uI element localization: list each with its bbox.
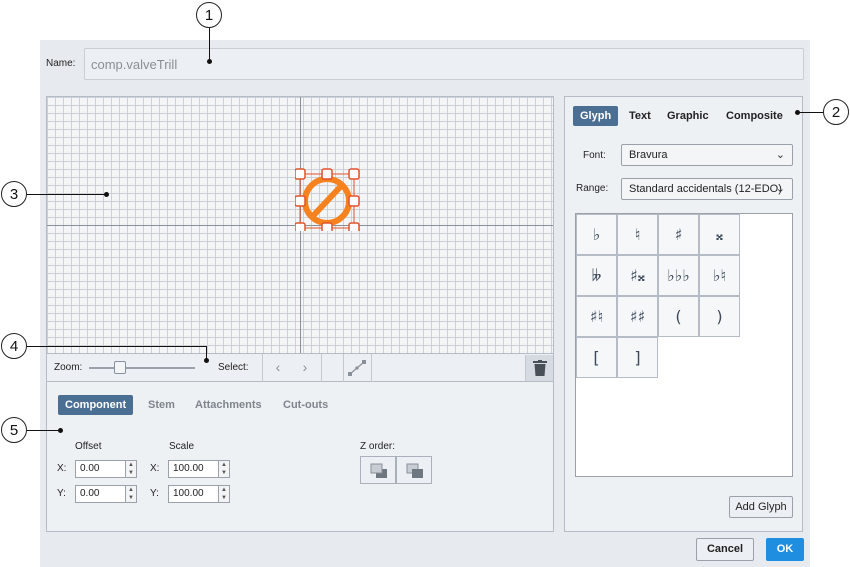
- font-select[interactable]: Bravura ⌄: [621, 144, 793, 166]
- callout-leader: [26, 430, 60, 431]
- zoom-label: Zoom:: [54, 362, 83, 373]
- handle-right[interactable]: [348, 195, 360, 207]
- callout-2: 2: [823, 99, 849, 125]
- zoom-slider-thumb[interactable]: [114, 361, 126, 374]
- glyph-triple-sharp[interactable]: ♯𝄪: [617, 255, 658, 296]
- glyph-double-sharp[interactable]: 𝄪: [699, 214, 740, 255]
- glyph-flat[interactable]: ♭: [576, 214, 617, 255]
- selected-glyph[interactable]: [295, 165, 365, 231]
- properties-panel: Component Stem Attachments Cut-outs Offs…: [46, 382, 554, 532]
- glyph-natural-flat[interactable]: ♭♮: [699, 255, 740, 296]
- glyph-natural-sharp[interactable]: ♯♮: [576, 296, 617, 337]
- callout-dot: [204, 358, 209, 363]
- tab-graphic[interactable]: Graphic: [660, 106, 716, 126]
- handle-bottom[interactable]: [321, 222, 333, 231]
- chevron-left-icon[interactable]: ‹: [268, 359, 288, 375]
- callout-leader: [26, 346, 206, 347]
- send-backward-button[interactable]: [360, 456, 396, 484]
- add-glyph-button[interactable]: Add Glyph: [729, 496, 793, 518]
- tab-composite[interactable]: Composite: [719, 106, 790, 126]
- scale-x-stepper[interactable]: ▲ ▼: [218, 461, 229, 477]
- toolbar-divider: [321, 354, 322, 382]
- callout-4: 4: [1, 333, 27, 359]
- send-backward-icon: [370, 463, 387, 478]
- bring-forward-button[interactable]: [396, 456, 432, 484]
- name-label: Name:: [46, 58, 76, 69]
- glyph-bracket-right[interactable]: ]: [617, 337, 658, 378]
- scale-y-label: Y:: [150, 488, 159, 499]
- offset-x-label: X:: [57, 463, 67, 474]
- chevron-down-icon: ⌄: [775, 149, 785, 161]
- offset-y-label: Y:: [57, 488, 66, 499]
- offset-label: Offset: [75, 441, 102, 452]
- callout-dot: [207, 59, 212, 64]
- scale-y-stepper[interactable]: ▲ ▼: [218, 486, 229, 502]
- offset-x-input[interactable]: 0.00 ▲ ▼: [75, 460, 137, 478]
- tab-attachments[interactable]: Attachments: [188, 395, 269, 415]
- glyph-panel: Glyph Text Graphic Composite Font: Bravu…: [564, 96, 803, 532]
- callout-dot: [58, 428, 63, 433]
- glyph-triple-flat[interactable]: ♭♭♭: [658, 255, 699, 296]
- glyph-grid: ♭ ♮ ♯ 𝄪 𝄫 ♯𝄪 ♭♭♭ ♭♮ ♯♮ ♯♯ ( ) [ ]: [575, 213, 793, 477]
- handle-left[interactable]: [295, 195, 306, 207]
- handle-top-left[interactable]: [295, 168, 306, 180]
- glyph-bracket-left[interactable]: [: [576, 337, 617, 378]
- glyph-double-flat[interactable]: 𝄫: [576, 255, 617, 296]
- ok-button[interactable]: OK: [766, 538, 804, 561]
- range-label: Range:: [576, 183, 609, 194]
- handle-top[interactable]: [321, 168, 333, 180]
- scale-x-label: X:: [150, 463, 160, 474]
- callout-dot: [104, 192, 109, 197]
- toolbar-divider: [262, 354, 263, 382]
- font-label: Font:: [583, 150, 606, 161]
- tab-component[interactable]: Component: [58, 395, 134, 415]
- tab-stem[interactable]: Stem: [141, 395, 182, 415]
- path-edit-icon[interactable]: [346, 358, 368, 378]
- tab-cut-outs[interactable]: Cut-outs: [276, 395, 335, 415]
- callout-1: 1: [196, 2, 222, 28]
- chevron-down-icon: ⌄: [775, 183, 785, 195]
- range-select[interactable]: Standard accidentals (12-EDO) ⌄: [621, 178, 793, 200]
- trash-icon: [533, 360, 547, 376]
- toolbar-divider: [343, 354, 344, 382]
- zoom-slider-track[interactable]: [89, 367, 195, 369]
- offset-y-stepper[interactable]: ▲ ▼: [125, 486, 136, 502]
- offset-y-input[interactable]: 0.00 ▲ ▼: [75, 485, 137, 503]
- glyph-sharp-sharp[interactable]: ♯♯: [617, 296, 658, 337]
- callout-5: 5: [1, 417, 27, 443]
- glyph-slash: [309, 182, 345, 220]
- glyph-paren-right[interactable]: ): [699, 296, 740, 337]
- z-order-label: Z order:: [360, 441, 396, 452]
- callout-leader: [798, 112, 824, 113]
- canvas-toolbar: Zoom: Select: ‹ ›: [46, 354, 554, 382]
- toolbar-divider: [371, 354, 372, 382]
- glyph-paren-left[interactable]: (: [658, 296, 699, 337]
- offset-x-stepper[interactable]: ▲ ▼: [125, 461, 136, 477]
- name-input[interactable]: comp.valveTrill: [84, 48, 804, 80]
- handle-bottom-right[interactable]: [348, 222, 360, 231]
- delete-button[interactable]: [525, 355, 553, 381]
- glyph-canvas[interactable]: [46, 96, 554, 354]
- callout-leader: [209, 28, 210, 62]
- scale-label: Scale: [169, 441, 195, 452]
- glyph-sharp[interactable]: ♯: [658, 214, 699, 255]
- tab-glyph[interactable]: Glyph: [573, 106, 619, 126]
- glyph-natural[interactable]: ♮: [617, 214, 658, 255]
- scale-y-input[interactable]: 100.00 ▲ ▼: [168, 485, 230, 503]
- scale-x-input[interactable]: 100.00 ▲ ▼: [168, 460, 230, 478]
- handle-top-right[interactable]: [348, 168, 360, 180]
- cancel-button[interactable]: Cancel: [696, 538, 754, 561]
- callout-dot: [795, 110, 800, 115]
- tab-text[interactable]: Text: [622, 106, 658, 126]
- callout-leader: [26, 194, 106, 195]
- select-label: Select:: [218, 362, 249, 373]
- chevron-right-icon[interactable]: ›: [295, 359, 315, 375]
- bring-forward-icon: [406, 463, 423, 478]
- handle-bottom-left[interactable]: [295, 222, 306, 231]
- callout-3: 3: [1, 181, 27, 207]
